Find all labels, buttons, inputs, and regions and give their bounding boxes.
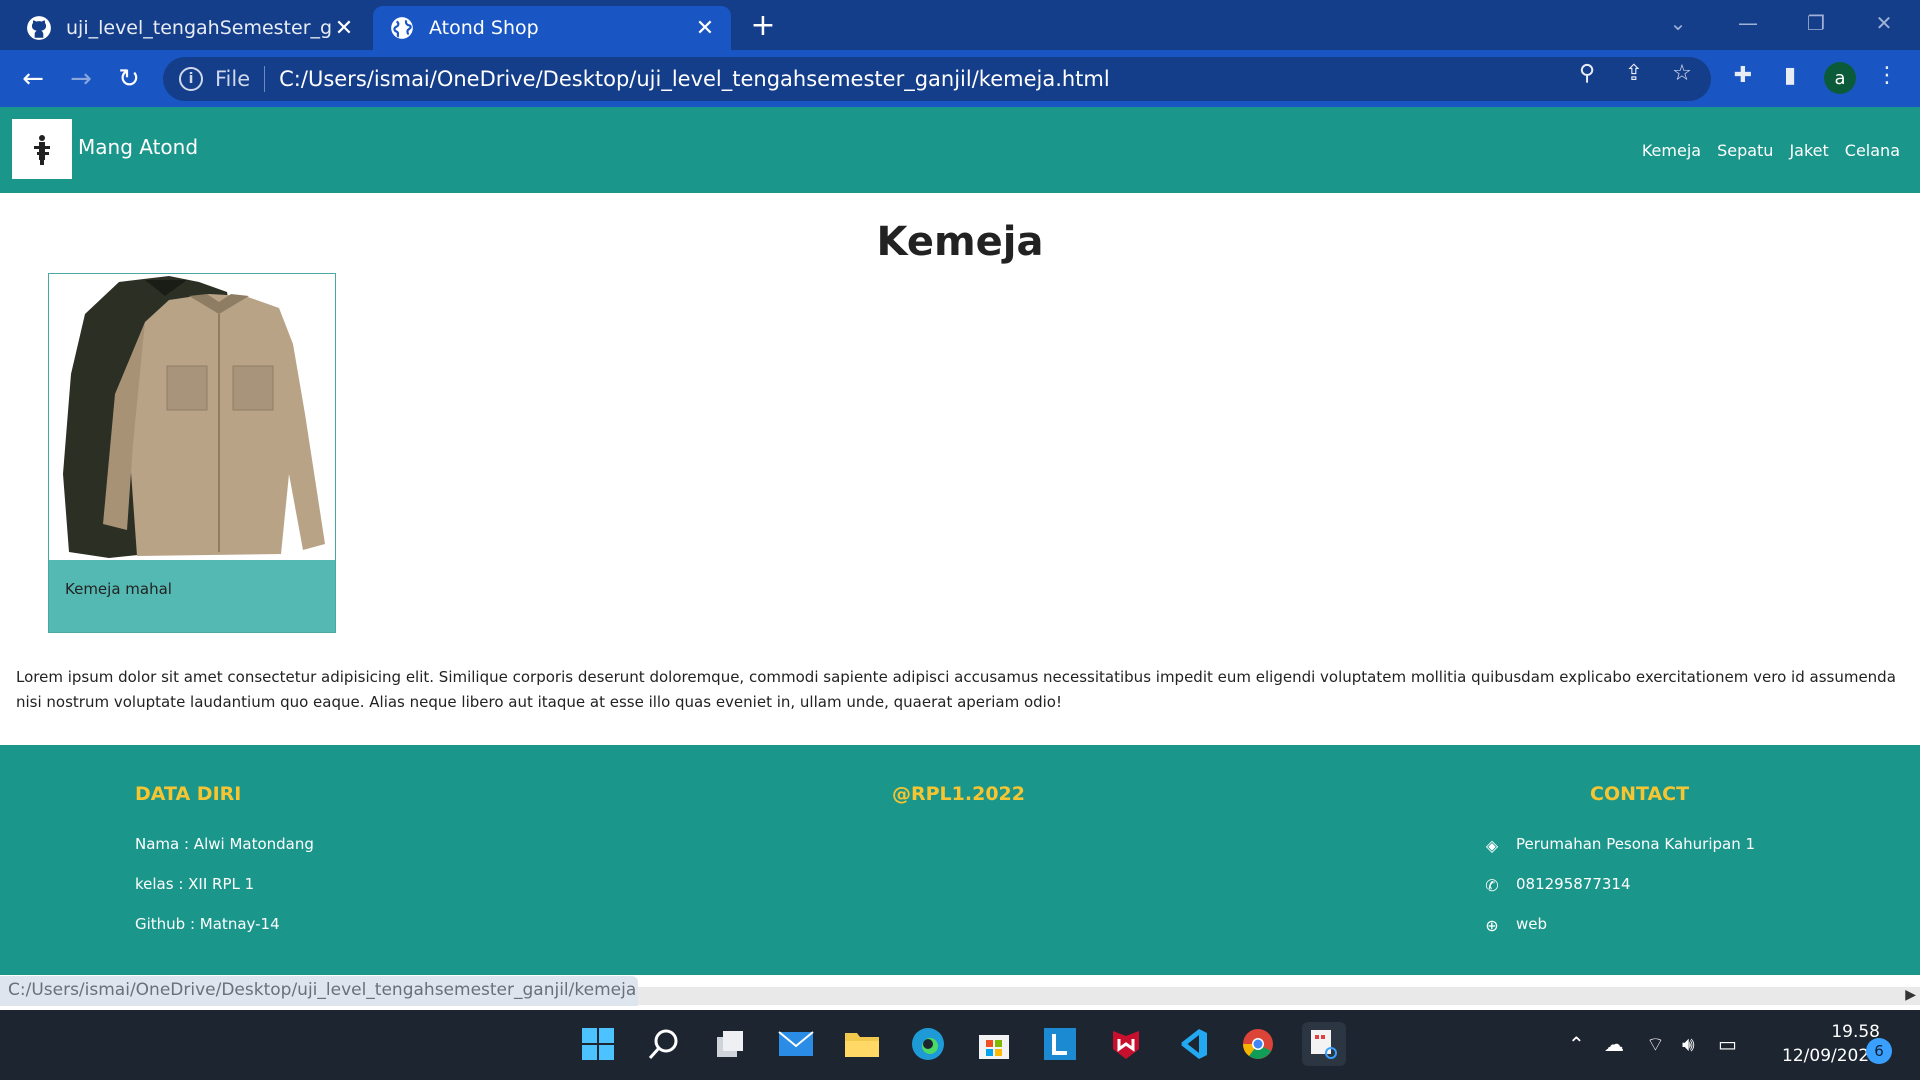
tab-title: Atond Shop (429, 17, 539, 39)
notification-badge[interactable]: 6 (1866, 1038, 1892, 1064)
phone-icon: ✆ (1485, 875, 1499, 895)
battery-icon[interactable]: ▭ (1718, 1032, 1737, 1056)
l-app-icon[interactable] (1038, 1022, 1082, 1066)
footer-kelas: kelas : XII RPL 1 (135, 875, 255, 893)
profile-avatar[interactable]: a (1824, 62, 1856, 94)
tab-title: uji_level_tengahSemester_ganjil/s (66, 17, 332, 39)
minimize-button[interactable]: — (1728, 8, 1768, 38)
product-caption: Kemeja mahal (49, 560, 335, 632)
vscode-icon[interactable] (1170, 1022, 1214, 1066)
reload-button[interactable]: ↻ (112, 62, 146, 96)
github-icon (27, 16, 51, 40)
edge-icon[interactable] (906, 1022, 950, 1066)
mcafee-icon[interactable] (1104, 1022, 1148, 1066)
extensions-icon[interactable]: ✚ (1730, 62, 1756, 88)
status-bubble: C:/Users/ismai/OneDrive/Desktop/uji_leve… (0, 976, 638, 1006)
close-window-button[interactable]: ✕ (1864, 8, 1904, 38)
show-hidden-icons[interactable]: ⌃ (1568, 1032, 1585, 1056)
zoom-icon[interactable]: ⚲ (1574, 60, 1600, 86)
menu-icon[interactable]: ⋮ (1874, 62, 1900, 88)
side-panel-icon[interactable]: ▮ (1777, 62, 1803, 88)
tab-search-icon[interactable]: ⌄ (1658, 8, 1698, 38)
footer-address: Perumahan Pesona Kahuripan 1 (1516, 835, 1756, 853)
divider (264, 66, 266, 92)
tab-github[interactable]: uji_level_tengahSemester_ganjil/s ✕ (10, 6, 370, 50)
location-icon: ◈ (1485, 835, 1499, 855)
tab-atond-shop[interactable]: Atond Shop ✕ (373, 6, 731, 50)
nav-link-kemeja[interactable]: Kemeja (1642, 141, 1701, 160)
brand-logo[interactable] (12, 119, 72, 179)
web-page: Mang Atond Kemeja Sepatu Jaket Celana Ke… (0, 107, 1920, 987)
brand-name[interactable]: Mang Atond (78, 135, 198, 159)
address-url[interactable]: C:/Users/ismai/OneDrive/Desktop/uji_leve… (279, 67, 1110, 91)
address-scheme: File (215, 67, 251, 91)
forward-button[interactable]: → (64, 62, 98, 96)
nav-link-celana[interactable]: Celana (1845, 141, 1900, 160)
page-title: Kemeja (876, 219, 1044, 265)
footer-nama: Nama : Alwi Matondang (135, 835, 314, 853)
file-explorer-icon[interactable] (840, 1022, 884, 1066)
onedrive-icon[interactable]: ☁ (1604, 1032, 1624, 1056)
site-navbar: Mang Atond Kemeja Sepatu Jaket Celana (0, 107, 1920, 193)
mail-icon[interactable] (774, 1022, 818, 1066)
footer-contact-title: CONTACT (1590, 783, 1690, 805)
system-clock[interactable]: 19.58 12/09/2022 (1760, 1020, 1880, 1068)
product-image (49, 274, 335, 560)
product-card[interactable]: Kemeja mahal (48, 273, 336, 633)
footer-center-title: @RPL1.2022 (892, 783, 1025, 805)
globe-icon: ⊕ (1485, 915, 1499, 935)
taskbar: ⌃ ☁ ⌔ 🔊︎ ▭ 19.58 12/09/2022 6 (0, 1010, 1920, 1080)
scroll-right-icon[interactable]: ▶ (1905, 987, 1916, 1003)
nav-link-sepatu[interactable]: Sepatu (1717, 141, 1773, 160)
windows-start-icon[interactable] (576, 1022, 620, 1066)
store-icon[interactable] (972, 1022, 1016, 1066)
footer-github: Github : Matnay-14 (135, 915, 280, 933)
restore-button[interactable]: ❐ (1796, 8, 1836, 38)
description-text: Lorem ipsum dolor sit amet consectetur a… (16, 668, 1896, 711)
snipping-tool-icon[interactable] (1302, 1022, 1346, 1066)
tab-strip: uji_level_tengahSemester_ganjil/s ✕ Aton… (0, 0, 1920, 50)
clock-time: 19.58 (1831, 1022, 1880, 1042)
search-icon[interactable] (642, 1022, 686, 1066)
nav-links: Kemeja Sepatu Jaket Celana (1642, 141, 1900, 160)
back-button[interactable]: ← (16, 62, 50, 96)
share-icon[interactable]: ⇪ (1621, 60, 1647, 86)
close-icon[interactable]: ✕ (332, 16, 356, 41)
logo-icon (34, 135, 50, 165)
volume-icon[interactable]: 🔊︎ (1682, 1032, 1695, 1056)
footer-data-diri-title: DATA DIRI (135, 783, 242, 805)
site-footer: DATA DIRI Nama : Alwi Matondang kelas : … (0, 745, 1920, 975)
task-view-icon[interactable] (708, 1022, 752, 1066)
footer-web[interactable]: web (1516, 915, 1547, 933)
address-bar[interactable]: i File C:/Users/ismai/OneDrive/Desktop/u… (163, 57, 1711, 101)
chrome-icon[interactable] (1236, 1022, 1280, 1066)
footer-phone: 081295877314 (1516, 875, 1631, 893)
browser-toolbar: ← → ↻ i File C:/Users/ismai/OneDrive/Des… (0, 50, 1920, 107)
info-icon[interactable]: i (179, 67, 203, 91)
nav-link-jaket[interactable]: Jaket (1789, 141, 1828, 160)
clock-date: 12/09/2022 (1782, 1046, 1880, 1066)
close-icon[interactable]: ✕ (693, 16, 717, 41)
globe-icon (391, 17, 413, 39)
bookmark-star-icon[interactable]: ☆ (1669, 60, 1695, 86)
new-tab-button[interactable]: + (748, 8, 778, 43)
wifi-icon[interactable]: ⌔ (1646, 1032, 1665, 1057)
